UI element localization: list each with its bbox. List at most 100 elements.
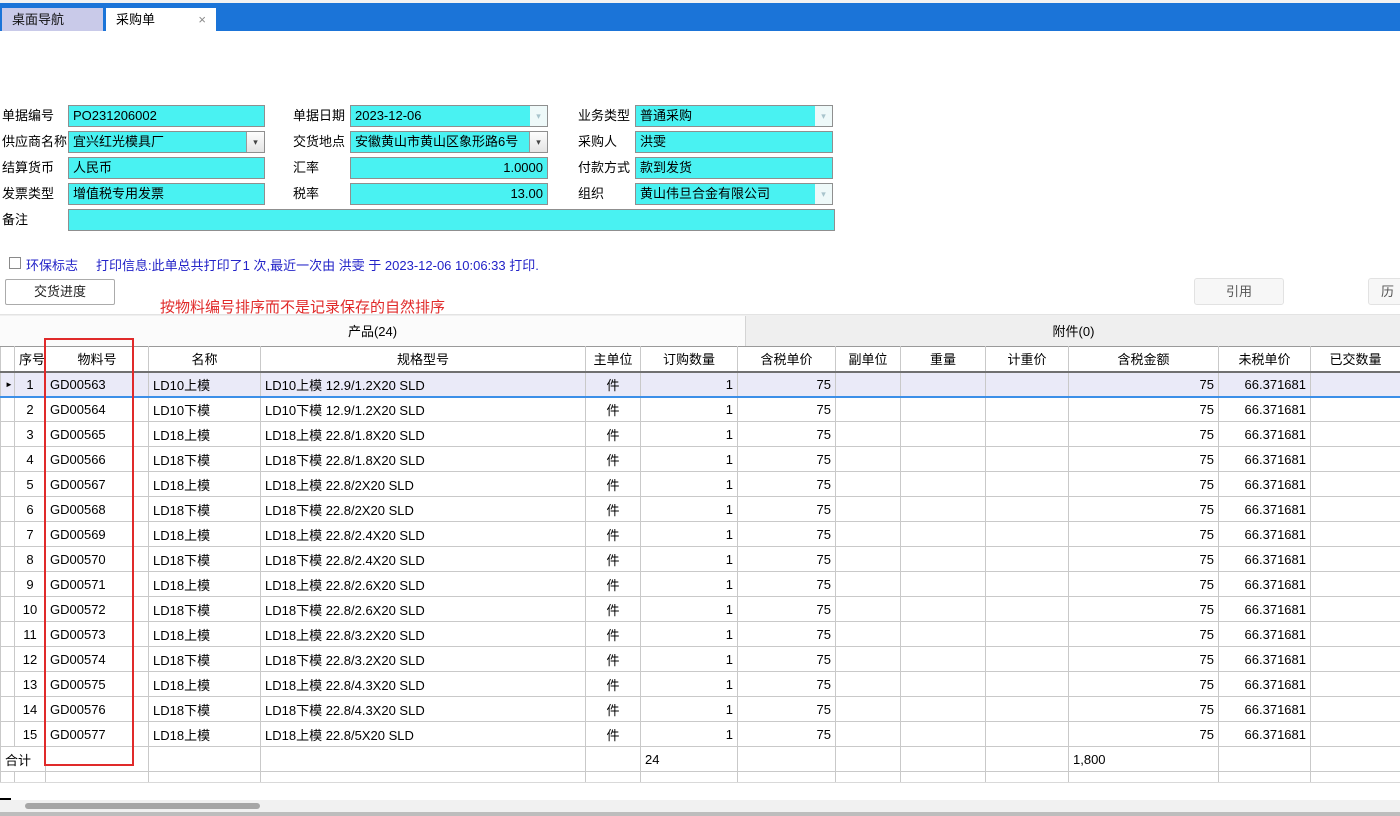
cell-name[interactable]: LD18下模 xyxy=(149,597,261,622)
cell-spec[interactable]: LD10下模 12.9/1.2X20 SLD xyxy=(261,397,586,422)
row-selector-cell[interactable] xyxy=(1,622,15,647)
cell-delivered[interactable] xyxy=(1311,622,1400,647)
row-selector-cell[interactable] xyxy=(1,647,15,672)
biz-type-field[interactable]: 普通采购 ▾ xyxy=(635,105,833,127)
table-row[interactable]: 11GD00573LD18上模LD18上模 22.8/3.2X20 SLD件17… xyxy=(1,622,1400,647)
cell-spec[interactable]: LD18上模 22.8/3.2X20 SLD xyxy=(261,622,586,647)
cell-price[interactable]: 75 xyxy=(738,572,836,597)
cell-unit[interactable]: 件 xyxy=(586,372,641,397)
doc-number-field[interactable]: PO231206002 xyxy=(68,105,265,127)
cell-delivered[interactable] xyxy=(1311,522,1400,547)
close-icon[interactable]: × xyxy=(190,8,206,31)
cell-sub_unit[interactable] xyxy=(836,572,901,597)
row-selector-cell[interactable] xyxy=(1,597,15,622)
cell-code[interactable]: GD00571 xyxy=(46,572,149,597)
cell-code[interactable]: GD00572 xyxy=(46,597,149,622)
row-selector-cell[interactable]: ► xyxy=(1,372,15,397)
cell-amount[interactable]: 75 xyxy=(1069,622,1219,647)
cell-sub_unit[interactable] xyxy=(836,497,901,522)
cell-weight_price[interactable] xyxy=(986,397,1069,422)
cell-code[interactable]: GD00575 xyxy=(46,672,149,697)
cell-unit[interactable]: 件 xyxy=(586,447,641,472)
cell-sub_unit[interactable] xyxy=(836,472,901,497)
cell-sub_unit[interactable] xyxy=(836,722,901,747)
cell-unit[interactable]: 件 xyxy=(586,547,641,572)
cell-name[interactable]: LD18下模 xyxy=(149,447,261,472)
cell-unit[interactable]: 件 xyxy=(586,497,641,522)
cell-code[interactable]: GD00570 xyxy=(46,547,149,572)
eco-mark-checkbox[interactable] xyxy=(9,257,21,269)
column-header[interactable]: 规格型号 xyxy=(261,347,586,372)
table-row[interactable]: 3GD00565LD18上模LD18上模 22.8/1.8X20 SLD件175… xyxy=(1,422,1400,447)
cell-qty[interactable]: 1 xyxy=(641,697,738,722)
cell-price[interactable]: 75 xyxy=(738,622,836,647)
cell-name[interactable]: LD18下模 xyxy=(149,547,261,572)
cell-price[interactable]: 75 xyxy=(738,672,836,697)
cell-name[interactable]: LD18上模 xyxy=(149,672,261,697)
cell-weight_price[interactable] xyxy=(986,722,1069,747)
cell-sub_unit[interactable] xyxy=(836,522,901,547)
cell-spec[interactable]: LD18下模 22.8/3.2X20 SLD xyxy=(261,647,586,672)
cell-spec[interactable]: LD18下模 22.8/4.3X20 SLD xyxy=(261,697,586,722)
scrollbar-thumb[interactable] xyxy=(25,803,260,809)
row-selector-cell[interactable] xyxy=(1,472,15,497)
cell-sub_unit[interactable] xyxy=(836,397,901,422)
cell-weight[interactable] xyxy=(901,397,986,422)
column-header[interactable]: 未税单价 xyxy=(1219,347,1311,372)
cell-amount[interactable]: 75 xyxy=(1069,472,1219,497)
cell-name[interactable]: LD18下模 xyxy=(149,647,261,672)
column-header[interactable]: 含税单价 xyxy=(738,347,836,372)
row-selector-cell[interactable] xyxy=(1,722,15,747)
cell-name[interactable]: LD18上模 xyxy=(149,472,261,497)
cell-sub_unit[interactable] xyxy=(836,622,901,647)
cell-seq[interactable]: 15 xyxy=(15,722,46,747)
cell-delivered[interactable] xyxy=(1311,372,1400,397)
cell-qty[interactable]: 1 xyxy=(641,397,738,422)
cell-qty[interactable]: 1 xyxy=(641,497,738,522)
cell-code[interactable]: GD00573 xyxy=(46,622,149,647)
cell-untaxed[interactable]: 66.371681 xyxy=(1219,622,1311,647)
cell-code[interactable]: GD00568 xyxy=(46,497,149,522)
horizontal-scrollbar[interactable] xyxy=(0,800,1400,812)
cell-price[interactable]: 75 xyxy=(738,522,836,547)
remark-field[interactable] xyxy=(68,209,835,231)
exchange-rate-field[interactable]: 1.0000 xyxy=(350,157,548,179)
chevron-down-icon[interactable]: ▾ xyxy=(530,106,547,126)
cell-untaxed[interactable]: 66.371681 xyxy=(1219,647,1311,672)
cell-name[interactable]: LD10下模 xyxy=(149,397,261,422)
tab-purchase-order[interactable]: 采购单 × xyxy=(106,8,216,31)
cell-amount[interactable]: 75 xyxy=(1069,397,1219,422)
cell-amount[interactable]: 75 xyxy=(1069,522,1219,547)
cell-price[interactable]: 75 xyxy=(738,472,836,497)
cell-untaxed[interactable]: 66.371681 xyxy=(1219,547,1311,572)
cell-code[interactable]: GD00574 xyxy=(46,647,149,672)
cell-amount[interactable]: 75 xyxy=(1069,572,1219,597)
cell-untaxed[interactable]: 66.371681 xyxy=(1219,447,1311,472)
cell-weight_price[interactable] xyxy=(986,447,1069,472)
cell-weight[interactable] xyxy=(901,647,986,672)
table-row[interactable]: 9GD00571LD18上模LD18上模 22.8/2.6X20 SLD件175… xyxy=(1,572,1400,597)
cell-code[interactable]: GD00565 xyxy=(46,422,149,447)
cell-amount[interactable]: 75 xyxy=(1069,597,1219,622)
cell-qty[interactable]: 1 xyxy=(641,647,738,672)
cell-seq[interactable]: 13 xyxy=(15,672,46,697)
tab-attachments[interactable]: 附件(0) xyxy=(747,316,1400,347)
cell-unit[interactable]: 件 xyxy=(586,422,641,447)
cell-delivered[interactable] xyxy=(1311,572,1400,597)
cell-qty[interactable]: 1 xyxy=(641,572,738,597)
cell-delivered[interactable] xyxy=(1311,472,1400,497)
cell-weight[interactable] xyxy=(901,572,986,597)
cell-weight_price[interactable] xyxy=(986,622,1069,647)
table-row[interactable]: 7GD00569LD18上模LD18上模 22.8/2.4X20 SLD件175… xyxy=(1,522,1400,547)
cell-price[interactable]: 75 xyxy=(738,597,836,622)
cell-name[interactable]: LD18上模 xyxy=(149,422,261,447)
cell-name[interactable]: LD18上模 xyxy=(149,572,261,597)
cell-code[interactable]: GD00567 xyxy=(46,472,149,497)
cell-sub_unit[interactable] xyxy=(836,547,901,572)
cell-weight_price[interactable] xyxy=(986,647,1069,672)
cell-qty[interactable]: 1 xyxy=(641,422,738,447)
cell-code[interactable]: GD00576 xyxy=(46,697,149,722)
cell-code[interactable]: GD00566 xyxy=(46,447,149,472)
cell-sub_unit[interactable] xyxy=(836,597,901,622)
payment-method-field[interactable]: 款到发货 xyxy=(635,157,833,179)
